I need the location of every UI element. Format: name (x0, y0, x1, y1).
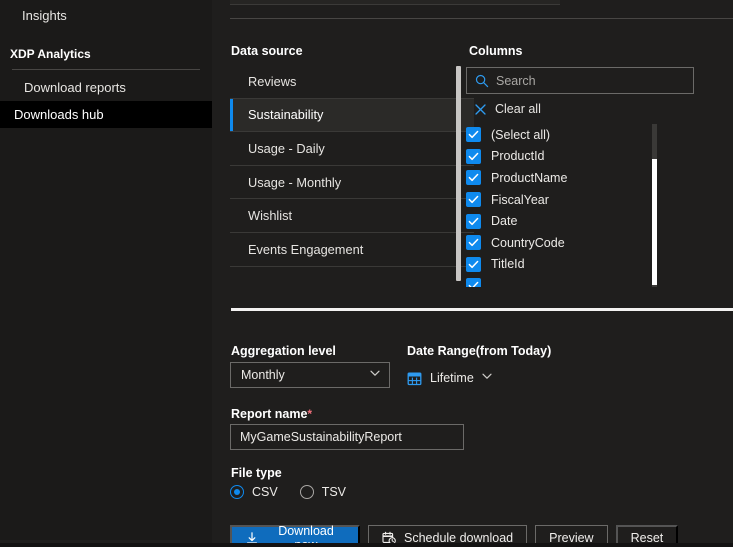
checkbox-checked-icon[interactable] (466, 148, 481, 164)
clear-all-button[interactable]: Clear all (474, 102, 541, 116)
data-source-item-sustainability[interactable]: Sustainability (230, 97, 474, 133)
file-type-option-label: CSV (252, 485, 278, 499)
column-option-label: ProductName (491, 170, 568, 185)
sidebar-section-label: XDP Analytics (10, 47, 91, 61)
data-source-item-usage-monthly[interactable]: Usage - Monthly (230, 164, 474, 200)
column-option-label: Date (491, 214, 518, 229)
column-option-partial[interactable] (466, 275, 700, 287)
column-option-select-all[interactable]: (Select all) (466, 124, 700, 146)
date-range-value: Lifetime (430, 371, 474, 385)
file-type-radio-group: CSV TSV (230, 485, 368, 499)
column-option-label: ProductId (491, 149, 545, 164)
column-option-label: TitleId (491, 257, 525, 272)
aggregation-level-value: Monthly (241, 368, 285, 382)
report-name-label: Report name* (231, 407, 312, 421)
columns-heading-text: Columns (469, 44, 523, 58)
checkbox-checked-icon[interactable] (466, 213, 481, 229)
file-type-option-tsv[interactable]: TSV (299, 485, 347, 499)
columns-scrollbar-thumb[interactable] (652, 159, 657, 285)
bottom-strip (0, 543, 733, 547)
checkbox-checked-icon[interactable] (466, 256, 481, 272)
search-icon (475, 74, 489, 88)
data-source-list[interactable]: Reviews Sustainability Usage - Daily Usa… (230, 65, 474, 287)
data-source-item-label: Usage - Daily (248, 140, 325, 156)
column-option-label: CountryCode (491, 235, 565, 250)
columns-checkbox-list[interactable]: (Select all) ProductId ProductName Fisca… (466, 124, 700, 287)
file-type-option-label: TSV (321, 485, 347, 499)
calendar-icon (407, 371, 422, 386)
column-option-titleid[interactable]: TitleId (466, 254, 700, 276)
data-source-heading-text: Data source (231, 44, 303, 58)
sidebar-item-download-reports[interactable]: Download reports (0, 73, 212, 101)
column-option-date[interactable]: Date (466, 210, 700, 232)
file-type-option-csv[interactable]: CSV (230, 485, 278, 499)
sidebar-item-label: Downloads hub (14, 107, 104, 122)
radio-unselected-icon[interactable] (299, 485, 314, 499)
data-source-heading: Data source (231, 44, 303, 58)
data-source-item-usage-daily[interactable]: Usage - Daily (230, 131, 474, 166)
top-divider (230, 18, 733, 19)
data-source-item-reviews[interactable]: Reviews (230, 65, 474, 99)
date-range-picker[interactable]: Lifetime (407, 369, 493, 387)
aggregation-level-label-text: Aggregation level (231, 344, 336, 358)
clear-all-label: Clear all (495, 102, 541, 116)
column-option-productname[interactable]: ProductName (466, 167, 700, 189)
sidebar-section-title-xdp-analytics: XDP Analytics (0, 41, 212, 67)
column-option-fiscalyear[interactable]: FiscalYear (466, 189, 700, 211)
checkbox-checked-icon[interactable] (466, 278, 481, 287)
sidebar-item-insights[interactable]: Insights (0, 1, 212, 29)
data-source-item-label: Usage - Monthly (248, 174, 342, 190)
top-partial-panel (230, 0, 560, 5)
checkbox-checked-icon[interactable] (466, 170, 481, 186)
data-source-item-label: Wishlist (248, 208, 293, 224)
data-source-item-label: Events Engagement (248, 241, 364, 257)
file-type-label: File type (231, 466, 282, 480)
aggregation-level-label: Aggregation level (231, 344, 336, 358)
checkbox-checked-icon[interactable] (466, 235, 481, 251)
data-source-scrollbar-thumb[interactable] (456, 66, 461, 281)
data-source-item-label: Sustainability (248, 107, 324, 123)
column-option-label: FiscalYear (491, 192, 549, 207)
radio-selected-icon[interactable] (230, 485, 244, 499)
required-marker: * (307, 407, 313, 421)
column-option-label: (Select all) (491, 127, 551, 142)
section-divider (231, 308, 733, 311)
report-name-label-text: Report name (231, 407, 308, 421)
chevron-down-icon (481, 369, 493, 387)
date-range-label: Date Range(from Today) (407, 344, 551, 358)
file-type-label-text: File type (231, 466, 282, 480)
close-icon (474, 103, 487, 116)
checkbox-checked-icon[interactable] (466, 127, 481, 143)
data-source-item-label: Reviews (248, 73, 297, 89)
checkbox-checked-icon[interactable] (466, 192, 481, 208)
search-input[interactable] (496, 73, 685, 88)
main-content: Data source Reviews Sustainability Usage… (212, 0, 733, 547)
sidebar-item-label: Insights (22, 7, 67, 23)
data-source-item-events-engagement[interactable]: Events Engagement (230, 231, 474, 267)
column-option-productid[interactable]: ProductId (466, 146, 700, 168)
aggregation-level-dropdown[interactable]: Monthly (230, 362, 390, 388)
sidebar-item-downloads-hub[interactable]: Downloads hub (0, 101, 212, 128)
date-range-label-text: Date Range(from Today) (407, 344, 552, 358)
downloads-hub-page: Insights XDP Analytics Download reports … (0, 0, 733, 547)
sidebar-item-label: Download reports (24, 79, 126, 95)
columns-heading: Columns (469, 44, 522, 58)
sidebar: Insights XDP Analytics Download reports … (0, 0, 212, 547)
chevron-down-icon (369, 366, 381, 384)
sidebar-divider (12, 69, 200, 70)
data-source-item-wishlist[interactable]: Wishlist (230, 198, 474, 233)
column-option-countrycode[interactable]: CountryCode (466, 232, 700, 254)
columns-search-box[interactable] (466, 67, 694, 94)
report-name-input[interactable] (230, 424, 464, 450)
